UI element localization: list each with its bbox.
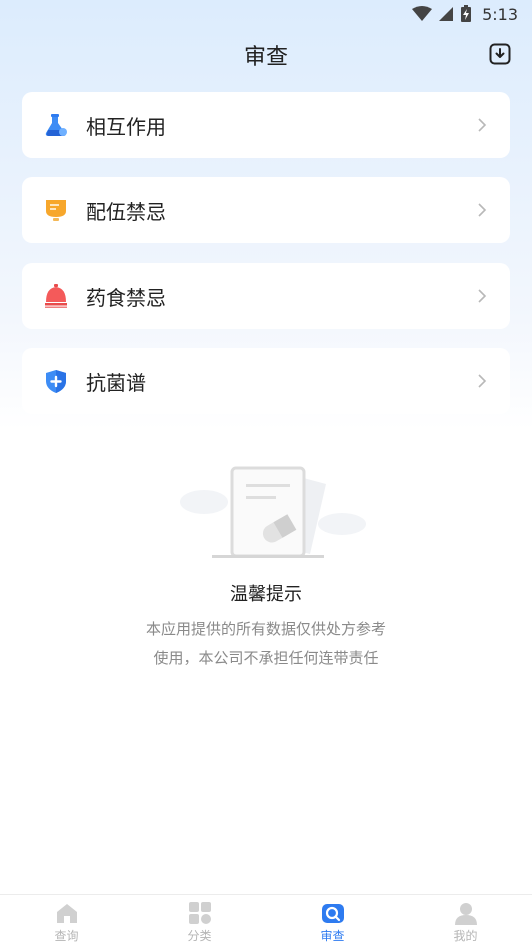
notice-title: 温馨提示 (230, 584, 302, 605)
card-incompatibility[interactable]: 配伍禁忌 (22, 177, 510, 243)
card-label: 相互作用 (86, 114, 166, 139)
tab-category[interactable]: 分类 (133, 895, 266, 946)
tab-label: 分类 (187, 929, 212, 943)
wifi-icon (412, 6, 433, 21)
tab-query[interactable]: 查询 (0, 895, 133, 946)
flask-icon (42, 111, 70, 139)
notice-line: 使用，本公司不承担任何连带责任 (153, 649, 379, 667)
chevron-right-icon (478, 203, 487, 217)
bottom-tab-bar: 查询 分类 审查 我的 (0, 894, 532, 946)
empty-document-illustration (180, 466, 366, 558)
bell-icon (42, 282, 70, 310)
user-icon (453, 900, 479, 926)
status-bar: 5:13 (0, 0, 532, 28)
chevron-right-icon (478, 118, 487, 132)
tab-label: 审查 (320, 929, 345, 943)
home-icon (54, 900, 80, 926)
status-time: 5:13 (482, 4, 518, 24)
cup-icon (42, 196, 70, 224)
tab-mine[interactable]: 我的 (399, 895, 532, 946)
chevron-right-icon (478, 289, 487, 303)
chevron-right-icon (478, 374, 487, 388)
shield-plus-icon (42, 367, 70, 395)
page-title: 审查 (243, 45, 288, 70)
tab-label: 我的 (453, 929, 478, 943)
battery-icon (461, 5, 472, 22)
notice-line: 本应用提供的所有数据仅供处方参考 (145, 620, 386, 638)
tab-review[interactable]: 审查 (266, 895, 399, 946)
card-label: 药食禁忌 (86, 285, 166, 310)
card-interaction[interactable]: 相互作用 (22, 92, 510, 158)
tab-label: 查询 (54, 929, 79, 943)
download-icon[interactable] (488, 42, 512, 66)
card-food-drug[interactable]: 药食禁忌 (22, 263, 510, 329)
review-icon (320, 900, 346, 926)
title-bar: 审查 (0, 28, 532, 82)
card-label: 抗菌谱 (86, 370, 146, 395)
grid-icon (187, 900, 213, 926)
card-label: 配伍禁忌 (86, 199, 166, 224)
card-antibacterial[interactable]: 抗菌谱 (22, 348, 510, 414)
signal-icon (439, 7, 454, 21)
